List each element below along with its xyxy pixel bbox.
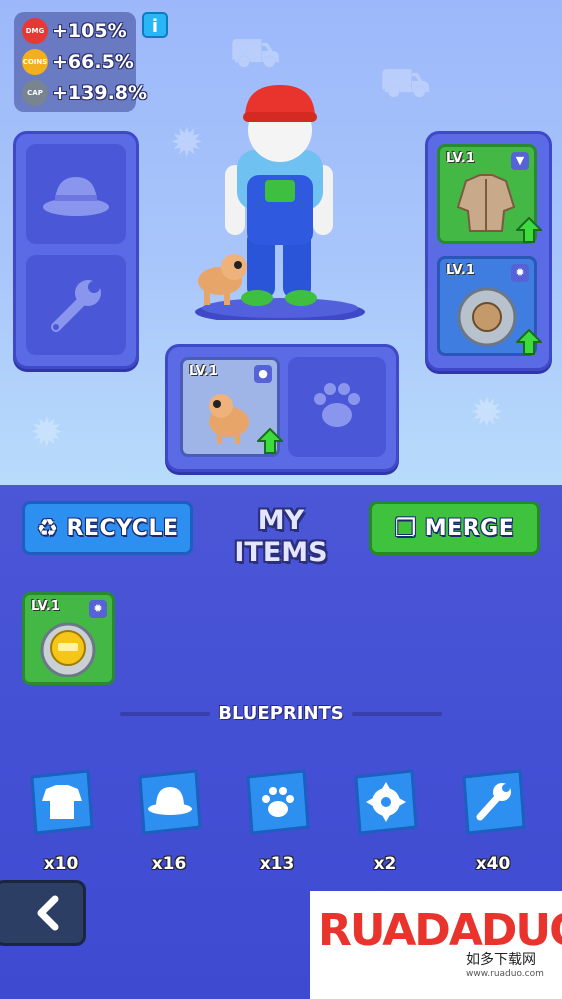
stat-bonuses: DMG +105% COINS +66.5% CAP +139.8% [14,12,147,112]
item-level: LV.1 [446,151,475,166]
blueprint-shirt[interactable] [26,767,98,839]
shirt-icon [30,769,94,835]
blueprints-heading: BLUEPRINTS [218,703,344,724]
recycle-icon: ♻ [36,514,59,542]
paw-icon [246,769,310,835]
blueprint-wrench[interactable] [458,767,530,839]
back-button[interactable] [0,880,86,946]
blueprint-count: x2 [373,854,397,874]
stat-coins: COINS +66.5% [22,47,134,77]
paw-icon [314,383,360,427]
blueprint-count: x16 [151,854,187,874]
watermark-url: www.ruaduo.com [466,969,544,979]
equipped-pet-card[interactable]: LV.1 ● [180,357,283,457]
stat-cap: CAP +139.8% [22,78,147,108]
jacket-icon [456,174,516,232]
cap-icon: CAP [22,80,48,106]
gear-icon: ✹ [511,264,529,282]
hat-slot[interactable] [26,144,126,244]
gear-icon [354,769,418,835]
coins-icon: COINS [22,49,48,75]
character-showcase: ⛟ ⛟ ✹ ✹ ✹ DMG +105% COINS +66.5% CAP +13… [0,0,562,485]
dmg-icon: DMG [22,18,48,44]
merge-button[interactable]: ❐ MERGE [369,501,540,555]
cat-icon [209,394,249,444]
blueprint-count: x13 [259,854,295,874]
tank-deco-icon: ⛟ [230,30,281,76]
watermark-logo: RUADADUO 如多下载网 www.ruaduo.com [310,891,562,999]
hat-icon [138,769,202,835]
blueprint-count: x10 [43,854,79,874]
stat-cap-value: +139.8% [52,82,148,104]
gear-deco-icon: ✹ [30,410,64,456]
stat-dmg-value: +105% [52,20,127,42]
wrench-icon [462,769,526,835]
blueprint-hat[interactable] [134,767,206,839]
paw-icon: ● [254,365,272,383]
gear-icon: ✹ [89,600,107,618]
blueprint-count: x40 [475,854,511,874]
chevron-left-icon [37,895,59,931]
stat-dmg: DMG +105% [22,16,127,46]
wrench-icon [51,280,101,332]
merge-icon: ❐ [394,514,417,542]
equipment-right-panel: LV.1 ▼ LV.1 ✹ [425,131,552,371]
item-level: LV.1 [189,364,218,379]
merge-label: MERGE [424,515,515,541]
inventory-item[interactable]: LV.1 ✹ [22,592,115,685]
blueprint-gear[interactable] [350,767,422,839]
item-level: LV.1 [31,599,60,614]
info-button[interactable]: i [142,12,168,38]
upgrade-arrow-icon [516,217,542,243]
page-title: MY ITEMS [210,505,352,569]
coin-saw-icon [40,622,96,677]
recycle-button[interactable]: ♻ RECYCLE [22,501,193,555]
hat-icon [43,177,109,216]
equipment-left-panel [13,131,139,369]
equipped-jacket-card[interactable]: LV.1 ▼ [437,144,542,244]
tank-deco-icon: ⛟ [380,60,431,106]
gear-deco-icon: ✹ [470,390,504,436]
weapon-slot[interactable] [26,255,126,355]
blueprint-paw[interactable] [242,767,314,839]
item-level: LV.1 [446,263,475,278]
pet-slot-empty[interactable] [288,357,386,457]
saw-shield-icon [457,287,517,347]
upgrade-arrow-icon [516,329,542,355]
cat-pet-figure [198,254,247,305]
equipped-saw-card[interactable]: LV.1 ✹ [437,256,542,356]
upgrade-arrow-icon [257,428,283,454]
watermark-chinese: 如多下载网 [466,952,536,968]
pet-panel: LV.1 ● [165,344,399,472]
shirt-icon: ▼ [511,152,529,170]
stat-coins-value: +66.5% [52,51,134,73]
title-line-2: ITEMS [234,537,328,568]
recycle-label: RECYCLE [66,515,179,541]
title-line-1: MY [257,505,305,536]
